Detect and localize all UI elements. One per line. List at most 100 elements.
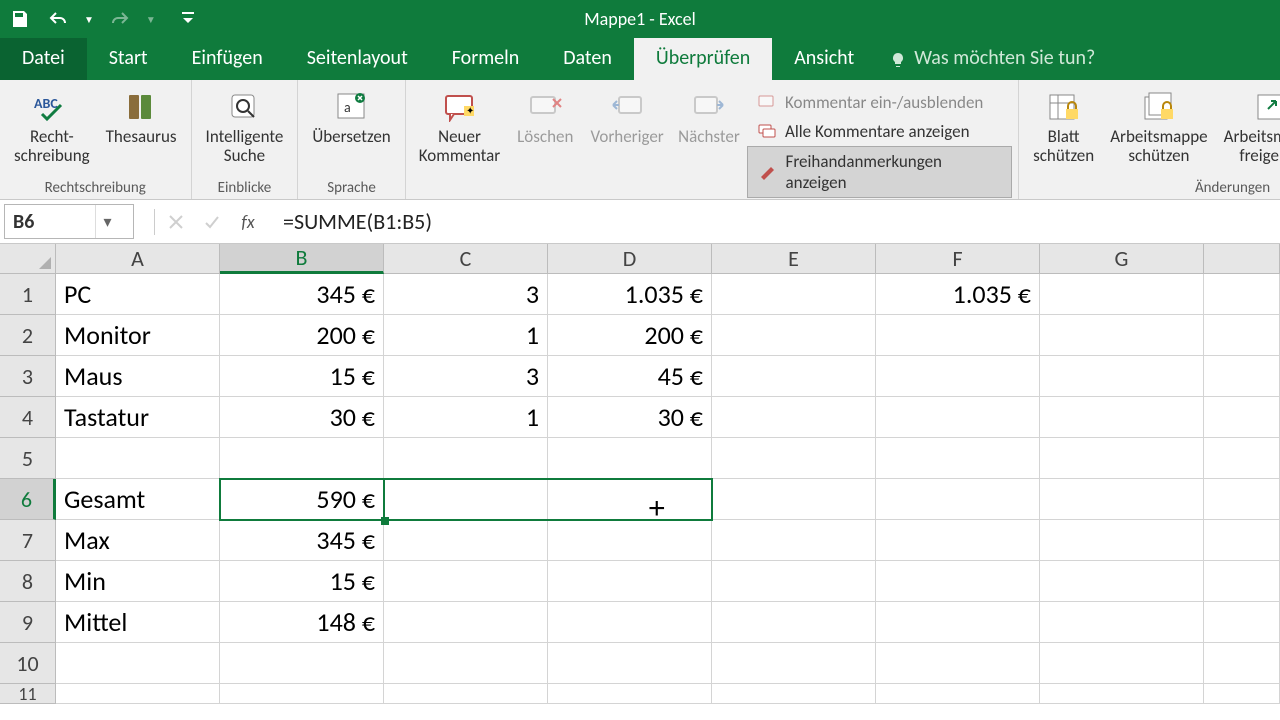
cell-F9[interactable] bbox=[876, 602, 1040, 643]
cell-A3[interactable]: Maus bbox=[56, 356, 220, 397]
row-header-2[interactable]: 2 bbox=[0, 315, 56, 356]
cell-D1[interactable]: 1.035 € bbox=[548, 274, 712, 315]
cell-H1[interactable] bbox=[1204, 274, 1280, 315]
name-box[interactable]: ▾ bbox=[4, 204, 134, 239]
cell-A6[interactable]: Gesamt bbox=[56, 479, 220, 520]
protect-workbook-button[interactable]: Arbeitsmappe schützen bbox=[1102, 84, 1215, 175]
cell-B2[interactable]: 200 € bbox=[220, 315, 384, 356]
spreadsheet-grid[interactable]: A B C D E F G 1 PC 345 € 3 1.035 € 1.035… bbox=[0, 244, 1280, 704]
cell-H5[interactable] bbox=[1204, 438, 1280, 479]
cell-D6[interactable] bbox=[548, 479, 712, 520]
cell-C8[interactable] bbox=[384, 561, 548, 602]
cell-H2[interactable] bbox=[1204, 315, 1280, 356]
cell-B11[interactable] bbox=[220, 684, 384, 704]
tab-ansicht[interactable]: Ansicht bbox=[772, 36, 876, 80]
cell-H10[interactable] bbox=[1204, 643, 1280, 684]
translate-button[interactable]: a Übersetzen bbox=[304, 84, 398, 147]
toggle-comment-button[interactable]: Kommentar ein-/ausblenden bbox=[747, 88, 1012, 117]
cell-C6[interactable] bbox=[384, 479, 548, 520]
cell-F7[interactable] bbox=[876, 520, 1040, 561]
cell-A7[interactable]: Max bbox=[56, 520, 220, 561]
new-comment-button[interactable]: ✦ Neuer Kommentar bbox=[412, 84, 508, 198]
cell-B3[interactable]: 15 € bbox=[220, 356, 384, 397]
cell-G7[interactable] bbox=[1040, 520, 1204, 561]
undo-icon[interactable] bbox=[46, 7, 70, 31]
cell-C2[interactable]: 1 bbox=[384, 315, 548, 356]
cell-H9[interactable] bbox=[1204, 602, 1280, 643]
cell-E8[interactable] bbox=[712, 561, 876, 602]
name-box-input[interactable] bbox=[5, 210, 95, 234]
row-header-9[interactable]: 9 bbox=[0, 602, 56, 643]
row-header-1[interactable]: 1 bbox=[0, 274, 56, 315]
cell-G8[interactable] bbox=[1040, 561, 1204, 602]
cell-F11[interactable] bbox=[876, 684, 1040, 704]
cell-D5[interactable] bbox=[548, 438, 712, 479]
cell-B10[interactable] bbox=[220, 643, 384, 684]
tab-daten[interactable]: Daten bbox=[541, 36, 634, 80]
col-header-G[interactable]: G bbox=[1040, 244, 1204, 274]
tab-einfuegen[interactable]: Einfügen bbox=[170, 36, 285, 80]
cell-E7[interactable] bbox=[712, 520, 876, 561]
tab-seitenlayout[interactable]: Seitenlayout bbox=[285, 36, 430, 80]
fx-icon[interactable]: fx bbox=[233, 207, 263, 237]
cell-E11[interactable] bbox=[712, 684, 876, 704]
cell-C5[interactable] bbox=[384, 438, 548, 479]
cell-B5[interactable] bbox=[220, 438, 384, 479]
cell-C9[interactable] bbox=[384, 602, 548, 643]
cell-D7[interactable] bbox=[548, 520, 712, 561]
row-header-5[interactable]: 5 bbox=[0, 438, 56, 479]
cell-A2[interactable]: Monitor bbox=[56, 315, 220, 356]
cell-F1[interactable]: 1.035 € bbox=[876, 274, 1040, 315]
cell-E5[interactable] bbox=[712, 438, 876, 479]
cell-B9[interactable]: 148 € bbox=[220, 602, 384, 643]
row-header-11[interactable]: 11 bbox=[0, 684, 56, 704]
cell-C10[interactable] bbox=[384, 643, 548, 684]
cell-D9[interactable] bbox=[548, 602, 712, 643]
tab-start[interactable]: Start bbox=[87, 36, 170, 80]
fill-handle[interactable] bbox=[381, 517, 389, 525]
cell-H11[interactable] bbox=[1204, 684, 1280, 704]
qat-customize-icon[interactable] bbox=[176, 7, 200, 31]
show-all-comments-button[interactable]: Alle Kommentare anzeigen bbox=[747, 117, 1012, 146]
cell-D10[interactable] bbox=[548, 643, 712, 684]
cell-B6[interactable]: 590 € bbox=[220, 479, 384, 520]
cell-C4[interactable]: 1 bbox=[384, 397, 548, 438]
col-header-C[interactable]: C bbox=[384, 244, 548, 274]
cell-C1[interactable]: 3 bbox=[384, 274, 548, 315]
cell-D8[interactable] bbox=[548, 561, 712, 602]
formula-input[interactable] bbox=[273, 200, 1280, 243]
cell-D4[interactable]: 30 € bbox=[548, 397, 712, 438]
cell-A9[interactable]: Mittel bbox=[56, 602, 220, 643]
cell-G10[interactable] bbox=[1040, 643, 1204, 684]
cell-A10[interactable] bbox=[56, 643, 220, 684]
cell-E4[interactable] bbox=[712, 397, 876, 438]
cell-E1[interactable] bbox=[712, 274, 876, 315]
name-box-dropdown-icon[interactable]: ▾ bbox=[95, 205, 119, 238]
row-header-4[interactable]: 4 bbox=[0, 397, 56, 438]
select-all-corner[interactable] bbox=[0, 244, 56, 274]
cell-G11[interactable] bbox=[1040, 684, 1204, 704]
cell-D11[interactable] bbox=[548, 684, 712, 704]
cell-F4[interactable] bbox=[876, 397, 1040, 438]
cell-C7[interactable] bbox=[384, 520, 548, 561]
cell-A5[interactable] bbox=[56, 438, 220, 479]
cell-B1[interactable]: 345 € bbox=[220, 274, 384, 315]
cell-E2[interactable] bbox=[712, 315, 876, 356]
spellcheck-button[interactable]: ABC Recht- schreibung bbox=[6, 84, 98, 165]
cell-F3[interactable] bbox=[876, 356, 1040, 397]
cell-B8[interactable]: 15 € bbox=[220, 561, 384, 602]
row-header-8[interactable]: 8 bbox=[0, 561, 56, 602]
cell-D3[interactable]: 45 € bbox=[548, 356, 712, 397]
cell-D2[interactable]: 200 € bbox=[548, 315, 712, 356]
cell-G5[interactable] bbox=[1040, 438, 1204, 479]
col-header-H[interactable] bbox=[1204, 244, 1280, 274]
cell-G4[interactable] bbox=[1040, 397, 1204, 438]
cell-A11[interactable] bbox=[56, 684, 220, 704]
col-header-E[interactable]: E bbox=[712, 244, 876, 274]
cell-C11[interactable] bbox=[384, 684, 548, 704]
save-icon[interactable] bbox=[8, 7, 32, 31]
row-header-10[interactable]: 10 bbox=[0, 643, 56, 684]
cell-G2[interactable] bbox=[1040, 315, 1204, 356]
cell-G9[interactable] bbox=[1040, 602, 1204, 643]
cell-A1[interactable]: PC bbox=[56, 274, 220, 315]
